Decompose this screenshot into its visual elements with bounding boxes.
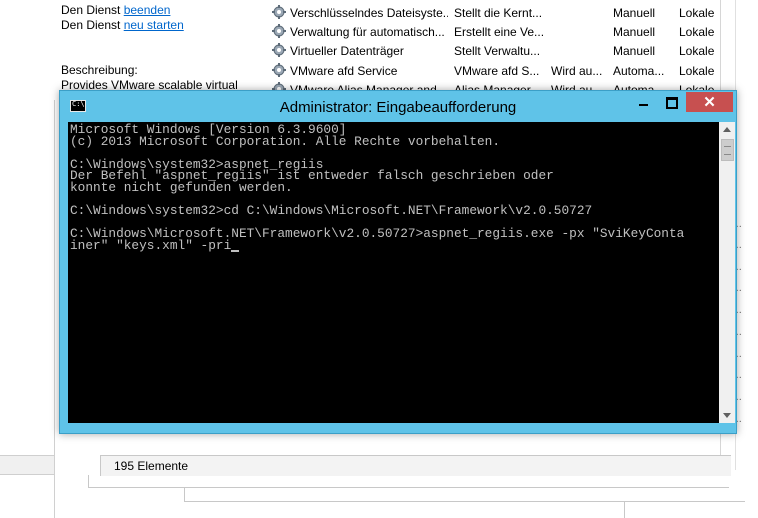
maximize-button[interactable] (658, 92, 684, 112)
service-logon-as: Lokale (679, 64, 715, 78)
service-logon-as: Lokale (679, 25, 715, 39)
service-startup-type: Manuell (613, 44, 656, 58)
console-output-area[interactable]: Microsoft Windows [Version 6.3.9600] (c)… (68, 122, 719, 423)
service-logon-as: Lokale (679, 6, 715, 20)
console-output-text: Microsoft Windows [Version 6.3.9600] (c)… (70, 122, 685, 253)
restart-service-action: Den Dienst neu starten (61, 18, 184, 32)
minimize-button[interactable] (630, 92, 658, 112)
right-column-divider (735, 0, 758, 470)
service-name: Virtueller Datenträger (290, 44, 404, 58)
close-icon: ✕ (703, 94, 716, 111)
service-startup-type: Manuell (613, 6, 656, 20)
window-frame-edge (184, 487, 745, 502)
gear-icon (272, 24, 286, 38)
stop-service-link[interactable]: beenden (124, 3, 171, 17)
left-pane-horizontal-scrollbar[interactable] (0, 455, 54, 475)
services-table: Verschlüsselndes Dateisyste... Stellt die… (266, 0, 720, 97)
service-description: Stellt die Kernt... (454, 6, 543, 20)
command-prompt-window[interactable]: Administrator: Eingabeaufforderung ✕ Mic… (59, 90, 737, 434)
service-description: Stellt Verwaltu... (454, 44, 541, 58)
service-description: VMware afd S... (454, 64, 540, 78)
description-label: Beschreibung: (61, 63, 138, 77)
vertical-scrollbar[interactable] (719, 122, 735, 423)
scroll-up-arrow-icon[interactable] (719, 122, 735, 138)
service-startup-type: Automa... (613, 64, 665, 78)
table-row[interactable]: VMware afd Service VMware afd S... Wird au… (266, 61, 720, 80)
service-startup-type: Manuell (613, 25, 656, 39)
service-description: Erstellt eine Ve... (454, 25, 545, 39)
service-details-panel: Den Dienst beenden Den Dienst neu starte… (0, 0, 262, 100)
status-bar: 195 Elemente (100, 455, 731, 476)
item-count: 195 Elemente (114, 459, 189, 473)
service-name: Verwaltung für automatisch... (290, 25, 445, 39)
scroll-thumb[interactable] (721, 139, 734, 161)
text-cursor (231, 249, 240, 252)
service-status: Wird au... (551, 64, 603, 78)
stop-service-prefix: Den Dienst (61, 3, 124, 17)
service-name: VMware afd Service (290, 64, 398, 78)
scroll-down-arrow-icon[interactable] (719, 407, 735, 423)
table-row[interactable]: Verschlüsselndes Dateisyste... Stellt die… (266, 3, 720, 22)
stop-service-action: Den Dienst beenden (61, 3, 170, 17)
service-logon-as: Lokale (679, 44, 715, 58)
table-row[interactable]: Virtueller Datenträger Stellt Verwaltu...… (266, 41, 720, 60)
service-name: Verschlüsselndes Dateisyste... (290, 6, 448, 20)
gear-icon (272, 5, 286, 19)
gear-icon (272, 63, 286, 77)
close-button[interactable]: ✕ (686, 92, 733, 112)
table-row[interactable]: Verwaltung für automatisch... Erstellt ei… (266, 22, 720, 41)
window-frame-edge (624, 501, 758, 518)
restart-service-prefix: Den Dienst (61, 18, 124, 32)
title-bar[interactable]: Administrator: Eingabeaufforderung ✕ (60, 91, 736, 121)
gear-icon (272, 43, 286, 57)
restart-service-link[interactable]: neu starten (124, 18, 184, 32)
